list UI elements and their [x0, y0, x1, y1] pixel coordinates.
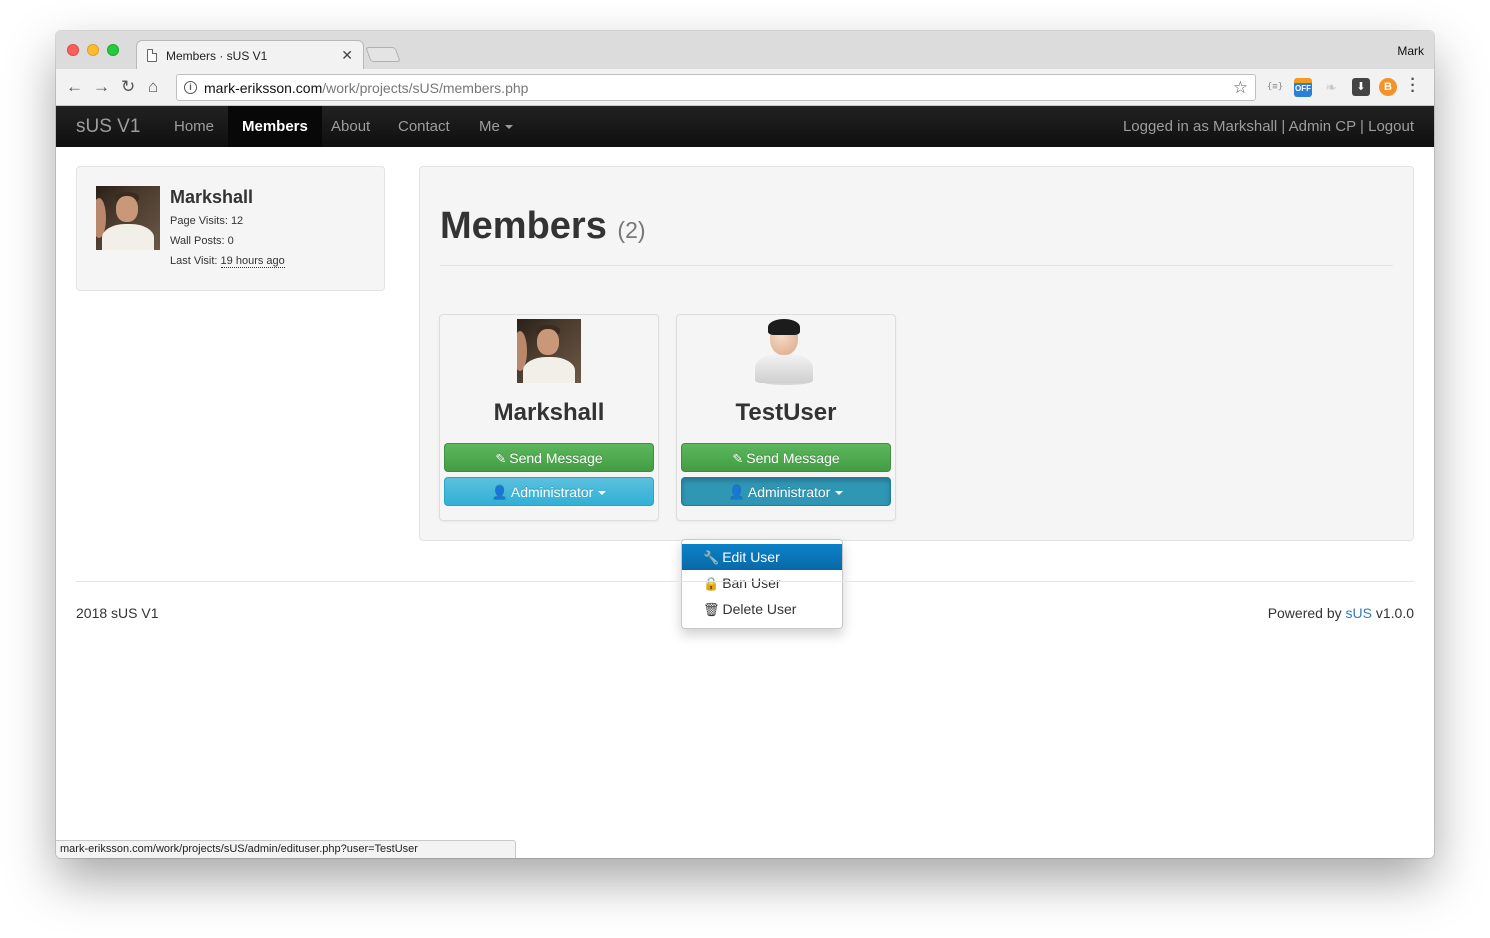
- wrench-icon: 🔧: [703, 550, 720, 565]
- nav-me-dropdown[interactable]: Me: [465, 106, 527, 147]
- address-bar[interactable]: i mark-eriksson.com/work/projects/sUS/me…: [176, 74, 1256, 101]
- send-message-button[interactable]: ✎ Send Message: [444, 443, 654, 472]
- leaf-extension-icon[interactable]: ❧: [1322, 78, 1340, 96]
- window-controls: [67, 44, 119, 56]
- profile-summary: Markshall Page Visits: 12 Wall Posts: 0 …: [76, 166, 385, 291]
- member-name[interactable]: TestUser: [677, 399, 895, 427]
- tab-strip: Members · sUS V1 ✕ Mark: [56, 31, 1434, 69]
- trash-icon: 🗑: [703, 602, 720, 617]
- logout-link[interactable]: Logout: [1368, 118, 1414, 135]
- profile-name: Markshall: [170, 187, 254, 207]
- user-icon: 👤: [728, 485, 745, 500]
- json-viewer-extension-icon[interactable]: {≡}: [1266, 78, 1284, 96]
- navbar-user-links: Logged in as Markshall | Admin CP | Logo…: [1122, 118, 1414, 135]
- new-tab-button[interactable]: [365, 47, 401, 62]
- browser-menu-icon[interactable]: · · ·: [1410, 72, 1416, 100]
- nav-contact[interactable]: Contact: [384, 106, 464, 147]
- tab-title: Members · sUS V1: [166, 48, 268, 63]
- b-extension-icon[interactable]: B: [1379, 78, 1397, 96]
- member-count: (2): [617, 217, 646, 243]
- page-title: Members (2): [440, 205, 646, 247]
- maximize-window-button[interactable]: [107, 44, 119, 56]
- logged-in-prefix: Logged in as: [1122, 118, 1214, 135]
- minimize-window-button[interactable]: [87, 44, 99, 56]
- member-card: TestUser ✎ Send Message 👤 Administrator: [676, 314, 896, 521]
- pencil-icon: ✎: [495, 451, 507, 466]
- forward-arrow-icon[interactable]: →: [93, 78, 110, 95]
- ban-user-menu-item[interactable]: 🔒 Ban User: [682, 570, 842, 596]
- caret-down-icon: [598, 491, 607, 496]
- caret-down-icon: [504, 125, 513, 130]
- default-user-avatar[interactable]: [752, 319, 816, 385]
- member-avatar[interactable]: [517, 319, 581, 383]
- admin-dropdown-menu: 🔧 Edit User 🔒 Ban User 🗑 Delete User: [681, 539, 843, 629]
- footer-powered-by: Powered by sUS v1.0.0: [1267, 605, 1414, 621]
- pencil-icon: ✎: [732, 451, 744, 466]
- off-extension-icon[interactable]: OFF: [1294, 78, 1312, 97]
- status-bar-url: mark-eriksson.com/work/projects/sUS/admi…: [56, 840, 516, 858]
- page-visits: Page Visits: 12: [170, 215, 244, 227]
- send-message-button[interactable]: ✎ Send Message: [681, 443, 891, 472]
- last-visit-time: 19 hours ago: [220, 255, 285, 268]
- back-arrow-icon[interactable]: ←: [66, 78, 83, 95]
- page-viewport: sUS V1 Home Members About Contact Me Log…: [56, 106, 1434, 858]
- edit-user-menu-item[interactable]: 🔧 Edit User: [682, 544, 842, 570]
- profile-avatar: [96, 186, 160, 250]
- admin-cp-link[interactable]: Admin CP: [1289, 118, 1356, 135]
- sus-link[interactable]: sUS: [1346, 605, 1372, 621]
- home-icon[interactable]: ⌂: [148, 78, 158, 95]
- close-tab-icon[interactable]: ✕: [341, 47, 353, 64]
- footer-copyright: 2018 sUS V1: [76, 605, 159, 621]
- user-icon: 👤: [491, 485, 508, 500]
- username-link[interactable]: Markshall: [1213, 118, 1277, 135]
- url-text[interactable]: mark-eriksson.com/work/projects/sUS/memb…: [204, 80, 528, 96]
- administrator-dropdown-button[interactable]: 👤 Administrator: [681, 477, 891, 506]
- wall-posts: Wall Posts: 0: [170, 235, 234, 247]
- nav-home[interactable]: Home: [160, 106, 228, 147]
- last-visit: Last Visit: 19 hours ago: [170, 255, 285, 268]
- member-name[interactable]: Markshall: [440, 399, 658, 427]
- download-extension-icon[interactable]: ⬇: [1352, 78, 1370, 96]
- browser-tab[interactable]: Members · sUS V1 ✕: [136, 40, 364, 69]
- browser-window: Members · sUS V1 ✕ Mark ← → ↻ ⌂ i mark-e…: [56, 31, 1434, 858]
- footer-divider: [76, 581, 1414, 582]
- site-brand[interactable]: sUS V1: [76, 116, 140, 138]
- info-icon[interactable]: i: [184, 81, 197, 94]
- caret-down-icon: [835, 491, 844, 496]
- administrator-dropdown-button[interactable]: 👤 Administrator: [444, 477, 654, 506]
- site-navbar: sUS V1 Home Members About Contact Me Log…: [56, 106, 1434, 147]
- browser-toolbar: ← → ↻ ⌂ i mark-eriksson.com/work/project…: [56, 69, 1434, 106]
- lock-icon: 🔒: [703, 576, 720, 591]
- delete-user-menu-item[interactable]: 🗑 Delete User: [682, 596, 842, 622]
- close-window-button[interactable]: [67, 44, 79, 56]
- divider: [440, 265, 1393, 266]
- reload-icon[interactable]: ↻: [121, 78, 135, 95]
- nav-members[interactable]: Members: [228, 106, 322, 147]
- browser-profile-name[interactable]: Mark: [1397, 44, 1424, 58]
- nav-about[interactable]: About: [317, 106, 384, 147]
- members-panel: Members (2) Markshall ✎ Send Message 👤 Adm…: [419, 166, 1414, 541]
- bookmark-star-icon[interactable]: ☆: [1233, 78, 1248, 98]
- page-icon: [147, 49, 157, 62]
- member-card: Markshall ✎ Send Message 👤 Administrator: [439, 314, 659, 521]
